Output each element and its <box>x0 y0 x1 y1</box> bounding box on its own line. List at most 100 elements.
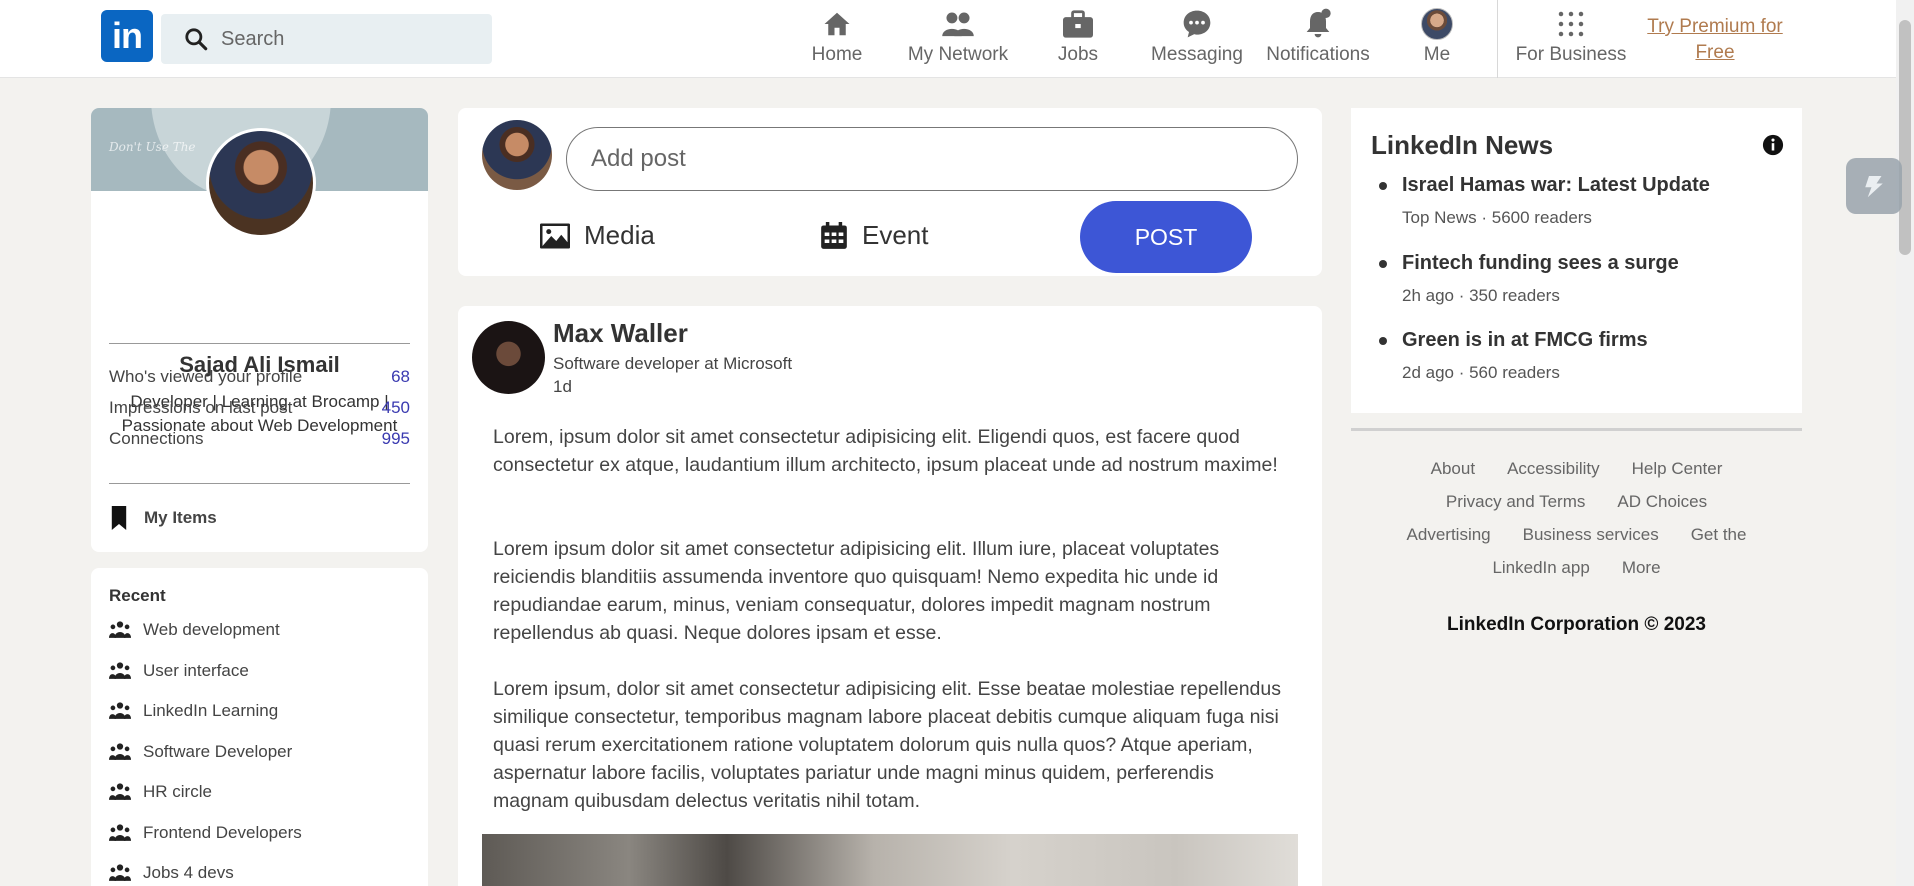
recent-title: Recent <box>109 586 166 605</box>
recent-item[interactable]: User interface <box>109 661 249 681</box>
footer-link[interactable]: Business services <box>1523 525 1659 544</box>
nav-for-business[interactable]: For Business <box>1516 8 1626 70</box>
footer-link[interactable]: LinkedIn app <box>1492 558 1589 577</box>
post-composer: Add post Media Event POST <box>458 108 1322 276</box>
nav-messaging-label: Messaging <box>1151 44 1243 65</box>
media-label: Media <box>584 220 655 250</box>
news-meta: 2d ago · 560 readers <box>1402 363 1560 382</box>
post-timestamp: 1d <box>553 377 572 396</box>
footer-link[interactable]: Help Center <box>1632 459 1723 478</box>
news-card: LinkedIn News Israel Hamas war: Latest U… <box>1351 108 1802 413</box>
bullet <box>1379 181 1387 190</box>
divider <box>109 343 410 344</box>
info-icon[interactable] <box>1762 134 1784 156</box>
group-icon <box>109 621 131 638</box>
nav-jobs[interactable]: Jobs <box>1053 8 1103 70</box>
news-headline: Israel Hamas war: Latest Update <box>1402 174 1710 196</box>
recent-card: Recent Web development User interface Link… <box>91 568 428 886</box>
recent-item-label: Web development <box>143 620 280 639</box>
nav-my-network[interactable]: My Network <box>904 8 1012 70</box>
news-headline: Fintech funding sees a surge <box>1402 252 1679 274</box>
floating-extension-button[interactable] <box>1846 158 1902 214</box>
divider <box>109 483 410 484</box>
nav-home-label: Home <box>811 44 863 65</box>
bookmark-icon <box>111 506 127 530</box>
post-paragraph: Lorem ipsum, dolor sit amet consectetur … <box>493 678 1281 812</box>
copyright: LinkedIn Corporation © 2023 <box>1447 614 1706 635</box>
news-item[interactable]: Fintech funding sees a surge 2h ago · 35… <box>1379 252 1679 306</box>
briefcase-icon <box>1063 10 1093 38</box>
author-title: Software developer at Microsoft <box>553 354 793 373</box>
author-name[interactable]: Max Waller <box>553 318 688 349</box>
group-icon <box>109 702 131 719</box>
recent-item[interactable]: Web development <box>109 620 280 640</box>
recent-item-label: User interface <box>143 661 249 680</box>
news-item[interactable]: Green is in at FMCG firms 2d ago · 560 r… <box>1379 329 1648 383</box>
post-button[interactable]: POST <box>1080 201 1252 273</box>
feed-post: Max Waller Software developer at Microso… <box>458 306 1322 886</box>
event-button[interactable]: Event <box>820 220 929 251</box>
footer-link[interactable]: Privacy and Terms <box>1446 492 1586 511</box>
group-icon <box>109 824 131 841</box>
nav-me[interactable]: Me <box>1418 8 1456 70</box>
bell-icon <box>1306 8 1331 38</box>
recent-item[interactable]: Software Developer <box>109 742 292 762</box>
footer-link[interactable]: More <box>1622 558 1661 577</box>
post-image[interactable] <box>482 834 1298 886</box>
news-item[interactable]: Israel Hamas war: Latest Update Top News… <box>1379 174 1710 228</box>
divider <box>1351 428 1802 431</box>
stat-profile-views[interactable]: Who's viewed your profile 68 <box>109 367 410 387</box>
search-bar[interactable] <box>161 14 492 64</box>
footer-link[interactable]: AD Choices <box>1617 492 1707 511</box>
linkedin-logo[interactable]: in <box>101 10 153 62</box>
nav-me-label: Me <box>1423 44 1451 65</box>
footer-links: About Accessibility Help Center <box>1351 459 1802 479</box>
stat-label: Who's viewed your profile <box>109 367 303 386</box>
footer-link[interactable]: About <box>1431 459 1475 478</box>
add-post-input[interactable]: Add post <box>566 127 1298 191</box>
bullet <box>1379 259 1387 268</box>
nav-notifications[interactable]: Notifications <box>1263 8 1373 70</box>
nav-home[interactable]: Home <box>812 8 862 70</box>
post-paragraph: Lorem, ipsum dolor sit amet consectetur … <box>493 426 1278 476</box>
stat-value: 68 <box>391 367 410 386</box>
try-premium-link[interactable]: Try Premium for Free <box>1640 14 1790 66</box>
my-items-link[interactable]: My Items <box>109 506 217 530</box>
recent-item-label: HR circle <box>143 782 212 801</box>
recent-item-label: LinkedIn Learning <box>143 701 279 720</box>
recent-item[interactable]: Jobs 4 devs <box>109 863 234 883</box>
nav-divider <box>1497 0 1498 78</box>
stat-impressions[interactable]: Impressions on last post 450 <box>109 398 410 418</box>
profile-card: Don't Use The Sajad Ali Ismail Developer… <box>91 108 428 552</box>
group-icon <box>109 864 131 881</box>
search-icon <box>185 28 208 51</box>
news-headline: Green is in at FMCG firms <box>1402 329 1648 351</box>
stat-connections[interactable]: Connections 995 <box>109 429 410 449</box>
profile-avatar[interactable] <box>206 128 316 238</box>
news-meta: 2h ago · 350 readers <box>1402 286 1560 305</box>
media-button[interactable]: Media <box>540 220 655 251</box>
scrollbar-thumb[interactable] <box>1899 20 1911 255</box>
recent-item-label: Frontend Developers <box>143 823 302 842</box>
stat-label: Connections <box>109 429 204 448</box>
footer-link[interactable]: Get the <box>1691 525 1747 544</box>
author-avatar[interactable] <box>472 321 545 394</box>
recent-item[interactable]: HR circle <box>109 782 212 802</box>
page-scrollbar[interactable] <box>1896 0 1914 886</box>
recent-item[interactable]: Frontend Developers <box>109 823 302 843</box>
search-input[interactable] <box>221 27 471 51</box>
recent-item-label: Jobs 4 devs <box>143 863 234 882</box>
nav-notifications-label: Notifications <box>1266 44 1370 65</box>
footer-links: Privacy and Terms AD Choices <box>1351 492 1802 512</box>
recent-item[interactable]: LinkedIn Learning <box>109 701 278 721</box>
home-icon <box>824 12 850 36</box>
group-icon <box>109 662 131 679</box>
footer-link[interactable]: Accessibility <box>1507 459 1600 478</box>
premium-line-2: Free <box>1695 42 1735 63</box>
footer-link[interactable]: Advertising <box>1407 525 1491 544</box>
post-paragraph: Lorem ipsum dolor sit amet consectetur a… <box>493 538 1220 644</box>
event-label: Event <box>862 220 929 250</box>
recent-item-label: Software Developer <box>143 742 293 761</box>
nav-messaging[interactable]: Messaging <box>1150 8 1244 70</box>
nav-jobs-label: Jobs <box>1057 44 1099 65</box>
